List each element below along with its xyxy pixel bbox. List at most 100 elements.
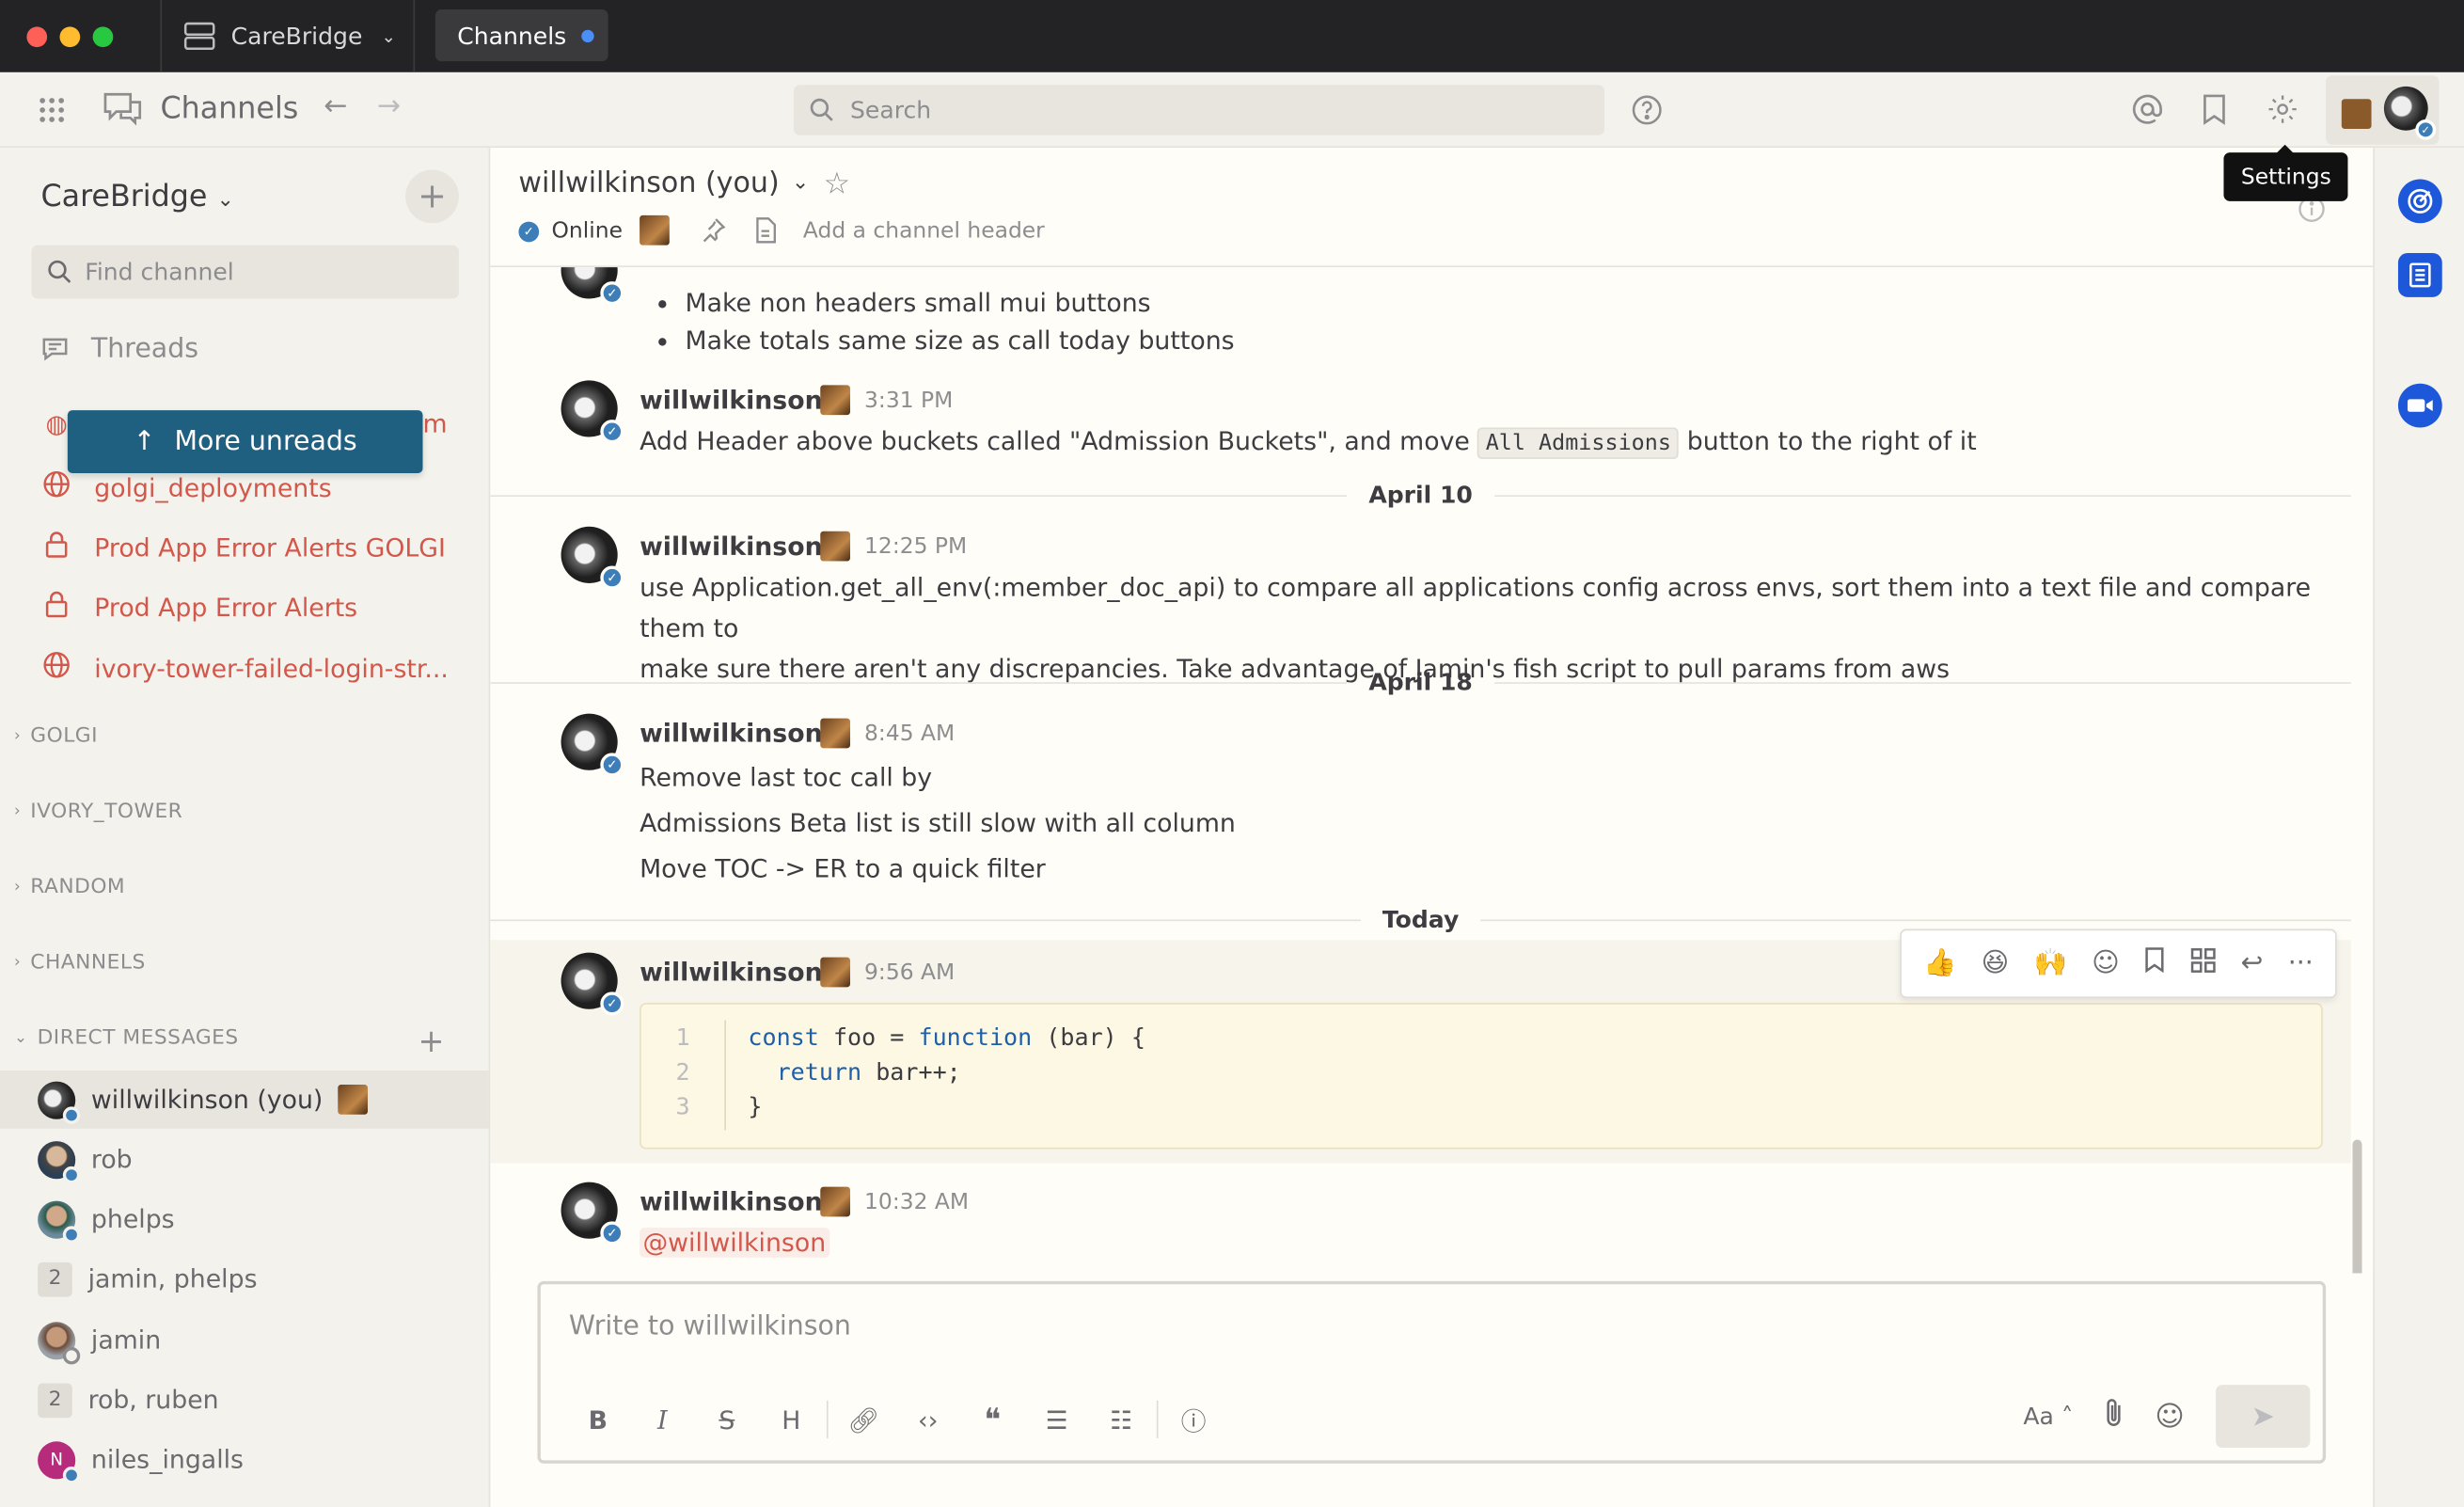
send-button[interactable]: ➤ xyxy=(2216,1385,2311,1448)
sidebar-item-prod-app-error-alerts[interactable]: Prod App Error Alerts xyxy=(40,590,357,625)
post-time[interactable]: 12:25 PM xyxy=(864,534,967,560)
mentions-icon[interactable] xyxy=(2131,93,2164,133)
find-channel-input[interactable]: Find channel xyxy=(31,245,459,299)
post-username[interactable]: willwilkinson xyxy=(640,719,823,749)
playbooks-checklist-icon[interactable] xyxy=(2397,253,2442,297)
code-icon[interactable]: ‹› xyxy=(895,1404,960,1435)
post-username[interactable]: willwilkinson xyxy=(640,385,823,415)
avatar[interactable]: ✓ xyxy=(561,713,624,777)
account-menu-button[interactable]: ✓ xyxy=(2326,75,2440,145)
category-direct-messages[interactable]: ⌄ DIRECT MESSAGES xyxy=(14,1026,239,1050)
category-golgi[interactable]: › GOLGI xyxy=(14,724,98,748)
post: ✓ willwilkinson 3:31 PM Add Header above… xyxy=(490,377,2350,471)
date-label: Today xyxy=(1360,905,1481,934)
product-menu-icon[interactable] xyxy=(38,96,66,132)
favorite-star-icon[interactable]: ☆ xyxy=(824,167,850,201)
forward-arrow-icon[interactable]: → xyxy=(377,89,401,122)
video-call-icon[interactable] xyxy=(2397,383,2442,428)
sidebar-item-ivory-tower-failed-login[interactable]: ivory-tower-failed-login-str... xyxy=(40,651,449,686)
dm-item-willwilkinson[interactable]: willwilkinson (you) xyxy=(0,1070,489,1129)
avatar[interactable]: ✓ xyxy=(561,526,624,590)
post: ✓ willwilkinson 12:25 PM use Application… xyxy=(490,523,2350,684)
avatar[interactable]: ✓ xyxy=(561,1182,624,1245)
add-reaction-icon[interactable]: ☺ xyxy=(2092,948,2120,979)
pin-icon[interactable] xyxy=(701,217,726,248)
code-text: } xyxy=(748,1092,763,1121)
post-time[interactable]: 9:56 AM xyxy=(864,960,955,986)
server-switcher[interactable]: CareBridge ⌄ xyxy=(160,0,416,72)
saved-messages-icon[interactable] xyxy=(2200,93,2228,133)
category-label: DIRECT MESSAGES xyxy=(37,1026,239,1051)
save-post-icon[interactable] xyxy=(2144,946,2166,981)
dm-item-niles-ingalls[interactable]: N niles_ingalls xyxy=(0,1431,489,1489)
reply-arrow-icon[interactable]: ↩ xyxy=(2241,948,2264,979)
back-arrow-icon[interactable]: ← xyxy=(324,89,347,122)
emoji-picker-icon[interactable]: ☺ xyxy=(2155,1400,2184,1433)
message-composer[interactable]: Write to willwilkinson B I S H 🔗︎ ‹› ❝ ☰… xyxy=(537,1280,2327,1464)
add-channel-button[interactable]: + xyxy=(405,169,459,224)
dm-label: jamin, phelps xyxy=(87,1263,258,1294)
dm-item-jamin[interactable]: jamin xyxy=(0,1311,489,1370)
chevron-right-icon: › xyxy=(14,727,22,746)
strikethrough-icon[interactable]: S xyxy=(695,1404,760,1435)
priority-alert-icon[interactable]: ⓘ xyxy=(1161,1401,1226,1438)
category-channels[interactable]: › CHANNELS xyxy=(14,951,146,975)
online-status-icon: ✓ xyxy=(518,220,540,242)
settings-gear-icon[interactable] xyxy=(2267,93,2299,133)
chevron-right-icon: › xyxy=(14,954,22,972)
message-list-scrollbar[interactable] xyxy=(2352,1139,2362,1274)
attachment-paperclip-icon[interactable] xyxy=(2105,1398,2124,1436)
avatar[interactable]: ✓ xyxy=(561,380,624,444)
sidebar-item-threads[interactable]: Threads xyxy=(40,333,198,365)
bold-icon[interactable]: B xyxy=(566,1404,631,1435)
dm-item-jamin-phelps[interactable]: 2 jamin, phelps xyxy=(0,1249,489,1308)
raised-hands-reaction-button[interactable]: 🙌 xyxy=(2034,948,2067,979)
focalboard-target-icon[interactable] xyxy=(2397,179,2442,224)
more-actions-icon[interactable]: ··· xyxy=(2288,948,2314,979)
app-bar xyxy=(2373,148,2464,1507)
category-random[interactable]: › RANDOM xyxy=(14,876,125,899)
avatar: N xyxy=(38,1440,81,1483)
user-mention[interactable]: @willwilkinson xyxy=(640,1228,829,1258)
sidebar-item-prod-app-error-alerts-golgi[interactable]: Prod App Error Alerts GOLGI xyxy=(40,530,446,564)
avatar[interactable]: ✓ xyxy=(561,267,624,306)
quote-icon[interactable]: ❝ xyxy=(960,1401,1025,1438)
team-menu-button[interactable]: CareBridge ⌄ xyxy=(40,179,233,214)
numbered-list-icon[interactable]: ☷ xyxy=(1089,1404,1154,1435)
avatar[interactable]: ✓ xyxy=(561,952,624,1016)
post-time[interactable]: 10:32 AM xyxy=(864,1190,969,1215)
global-header: Channels ← → Search ✓ xyxy=(0,71,2464,149)
date-separator: April 18 xyxy=(490,667,2350,698)
custom-status-emoji-icon[interactable] xyxy=(640,214,670,251)
text-size-toggle[interactable]: Aa ˄ xyxy=(2023,1403,2073,1431)
apps-grid-icon[interactable] xyxy=(2191,947,2217,980)
close-window-button[interactable] xyxy=(26,25,48,47)
bulleted-list-icon[interactable]: ☰ xyxy=(1024,1404,1089,1435)
minimize-window-button[interactable] xyxy=(59,25,81,47)
post-username[interactable]: willwilkinson xyxy=(640,1187,823,1217)
post-username[interactable]: willwilkinson xyxy=(640,958,823,988)
tab-channels[interactable]: Channels xyxy=(434,9,608,62)
category-ivory-tower[interactable]: › IVORY_TOWER xyxy=(14,801,182,824)
post-text: use Application.get_all_env(:member_doc_… xyxy=(640,572,2312,643)
add-channel-header-link[interactable]: Add a channel header xyxy=(803,218,1045,244)
italic-icon[interactable]: I xyxy=(630,1404,695,1435)
link-icon[interactable]: 🔗︎ xyxy=(831,1404,896,1435)
help-icon[interactable] xyxy=(1631,94,1662,132)
add-direct-message-button[interactable]: + xyxy=(418,1022,444,1059)
files-icon[interactable] xyxy=(754,217,776,250)
maximize-window-button[interactable] xyxy=(92,25,114,47)
post-username[interactable]: willwilkinson xyxy=(640,531,823,562)
more-unreads-button[interactable]: ↑ More unreads xyxy=(67,410,423,473)
dm-item-rob[interactable]: rob xyxy=(0,1130,489,1188)
post-time[interactable]: 8:45 AM xyxy=(864,722,955,747)
channel-name-menu[interactable]: willwilkinson (you) ⌄ xyxy=(518,167,809,199)
dm-item-phelps[interactable]: phelps xyxy=(0,1190,489,1248)
thumbs-up-reaction-button[interactable]: 👍 xyxy=(1923,948,1956,979)
search-input[interactable]: Search xyxy=(793,85,1605,135)
heading-icon[interactable]: H xyxy=(759,1404,824,1435)
post-time[interactable]: 3:31 PM xyxy=(864,389,953,414)
dm-item-rob-ruben[interactable]: 2 rob, ruben xyxy=(0,1371,489,1429)
sidebar-item-golgi-deployments[interactable]: golgi_deployments xyxy=(40,470,332,505)
laughing-reaction-button[interactable]: 😆 xyxy=(1982,948,2010,979)
